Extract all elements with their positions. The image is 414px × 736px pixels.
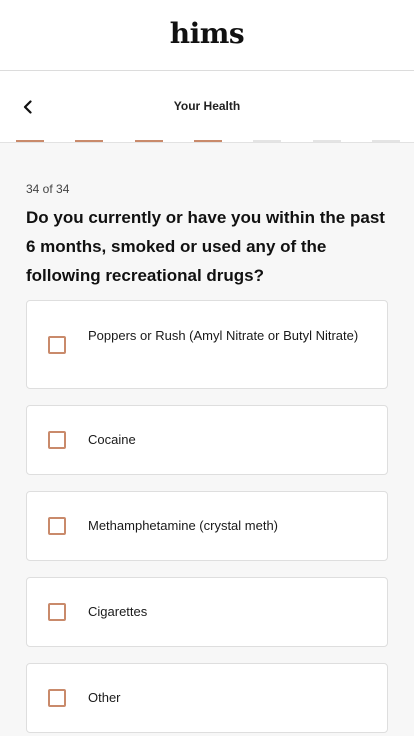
option-label: Other bbox=[88, 690, 121, 705]
option-label: Cigarettes bbox=[88, 604, 148, 619]
option-label: Poppers or Rush (Amyl Nitrate or Butyl N… bbox=[88, 328, 359, 343]
option-label: Methamphetamine (crystal meth) bbox=[88, 518, 279, 533]
checkbox[interactable] bbox=[48, 603, 66, 621]
section-title: Your Health bbox=[173, 99, 241, 113]
section-header: Your Health bbox=[0, 71, 414, 143]
checkbox[interactable] bbox=[48, 689, 66, 707]
progress-segment bbox=[253, 140, 282, 142]
question-counter: 34 of 34 bbox=[26, 182, 70, 196]
brand-logo[interactable]: hims bbox=[0, 16, 414, 52]
checkbox[interactable] bbox=[48, 431, 66, 449]
progress-segment bbox=[371, 140, 400, 142]
progress-segment bbox=[134, 140, 163, 142]
progress-bar bbox=[16, 140, 400, 142]
checkbox[interactable] bbox=[48, 336, 66, 354]
option-other[interactable]: Other bbox=[26, 663, 388, 733]
option-poppers[interactable]: Poppers or Rush (Amyl Nitrate or Butyl N… bbox=[26, 300, 388, 389]
progress-segment bbox=[75, 140, 104, 142]
option-methamphetamine[interactable]: Methamphetamine (crystal meth) bbox=[26, 491, 388, 561]
progress-segment bbox=[16, 140, 44, 142]
option-cigarettes[interactable]: Cigarettes bbox=[26, 577, 388, 647]
question-text: Do you currently or have you within the … bbox=[26, 208, 385, 285]
option-cocaine[interactable]: Cocaine bbox=[26, 405, 388, 475]
checkbox[interactable] bbox=[48, 517, 66, 535]
top-bar: hims bbox=[0, 0, 414, 71]
option-label: Cocaine bbox=[88, 432, 136, 447]
progress-segment bbox=[193, 140, 222, 142]
progress-segment bbox=[312, 140, 341, 142]
questionnaire-page: hims Your Health 34 of 34 Do you current… bbox=[0, 0, 414, 736]
